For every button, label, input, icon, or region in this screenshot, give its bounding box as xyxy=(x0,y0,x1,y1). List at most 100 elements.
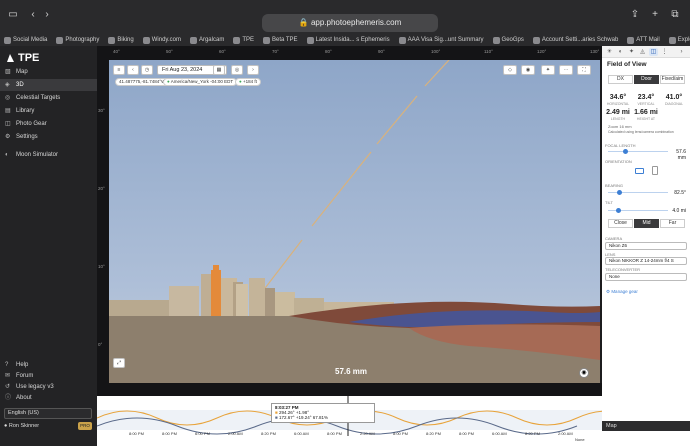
depth-option[interactable]: Close xyxy=(608,219,633,228)
bookmark-item[interactable]: Biking xyxy=(108,36,134,44)
tab-time[interactable]: ☀ xyxy=(605,48,614,56)
timeline[interactable]: 8:03:27 PM ■ 294.26° +1.98° ■ 172.67° +1… xyxy=(97,396,602,446)
info-icon: ⓘ xyxy=(5,395,12,401)
bookmark-item[interactable]: Social Media xyxy=(4,36,47,44)
new-tab-icon[interactable]: + xyxy=(648,8,662,22)
bookmark-item[interactable]: AAA Visa Sig...unt Summary xyxy=(398,36,484,44)
tab-collapse[interactable]: › xyxy=(677,48,686,56)
tilt-knob[interactable] xyxy=(616,208,621,213)
sidebar-item-label: 3D xyxy=(16,82,24,88)
layers-button[interactable]: ◇ xyxy=(503,65,517,75)
bookmark-item[interactable]: Argalcam xyxy=(189,36,224,44)
expand-button[interactable]: ⤢ xyxy=(113,358,125,368)
fov-caption: HORIZONTAL xyxy=(606,102,630,106)
bookmark-item[interactable]: Windy.com xyxy=(142,36,181,44)
manage-gear-link[interactable]: ⚙ Manage gear xyxy=(606,289,638,295)
focal-length-slider[interactable] xyxy=(608,151,668,152)
tabs-icon[interactable]: ⧉ xyxy=(668,8,682,22)
forward-icon[interactable]: › xyxy=(40,8,54,22)
sidebar-item-map[interactable]: ▧ Map xyxy=(0,66,97,78)
3d-view[interactable]: ≡ ‹ ◷ Fri Aug 23, 2024 ▦ ◎ › 41.487775,-… xyxy=(109,60,600,383)
bookmark-label: Account Setti...aries Schwab xyxy=(541,37,619,43)
bookmark-item[interactable]: TPE xyxy=(233,36,254,44)
app-logo[interactable]: TPE xyxy=(6,52,39,64)
timezone-chip[interactable]: ● America/New_York -04:00 EDT xyxy=(163,78,238,86)
tab-extra[interactable]: ⋮ xyxy=(660,48,669,56)
sidebar-toggle-icon[interactable]: ▭ xyxy=(6,8,20,22)
bookmark-item[interactable]: ATT Mail xyxy=(627,36,660,44)
pro-badge[interactable]: PRO xyxy=(78,422,92,430)
tab-stars[interactable]: ✦ xyxy=(627,48,636,56)
focal-length-value[interactable]: 57.6 mm xyxy=(668,149,686,161)
orientation-option[interactable]: Fixed/aim xyxy=(660,75,685,84)
camera-select[interactable]: Nikon Z6 xyxy=(605,242,687,250)
calendar-button[interactable]: ▦ xyxy=(213,65,225,75)
url-text: app.photoephemeris.com xyxy=(310,18,402,27)
bookmark-item[interactable]: Beta TPE xyxy=(262,36,298,44)
elevation-chip[interactable]: ● +184 ft xyxy=(235,78,261,86)
bookmark-item[interactable]: Explore | Monarium xyxy=(668,36,690,44)
sidebar-item-3d[interactable]: ◈ 3D xyxy=(0,79,97,91)
compass-button[interactable]: ✦ xyxy=(541,65,555,75)
language-select[interactable]: English (US) xyxy=(4,408,92,419)
orientation-option[interactable]: Door xyxy=(634,75,659,84)
bearing-value[interactable]: 82.5° xyxy=(668,190,686,196)
sidebar-item-settings[interactable]: ⚙ Settings xyxy=(0,131,97,143)
bookmark-item[interactable]: Latest Insida... s Ephemeris xyxy=(306,36,390,44)
address-bar[interactable]: 🔒 app.photoephemeris.com xyxy=(262,14,438,32)
share-icon[interactable]: ⇪ xyxy=(628,8,642,22)
sidebar-item-library[interactable]: ▤ Library xyxy=(0,105,97,117)
tab-geodetics[interactable]: ◬ xyxy=(638,48,647,56)
lens-select[interactable]: Nikon NIKKOR Z 14-24mm f/4 S xyxy=(605,257,687,265)
map-icon: ▧ xyxy=(5,69,11,75)
teleconverter-select[interactable]: None xyxy=(605,273,687,281)
coords-chip[interactable]: 41.487775,-81.7484°W xyxy=(115,78,170,86)
camera-button[interactable]: ◉ xyxy=(579,368,589,378)
depth-option[interactable]: Mid xyxy=(634,219,659,228)
user-name[interactable]: ● Ron Skinner xyxy=(4,423,39,429)
tab-moon[interactable]: ◐ xyxy=(616,48,625,56)
sidebar-item-label: Use legacy v3 xyxy=(16,384,54,390)
camera-label: CAMERA xyxy=(605,236,623,241)
visibility-button[interactable]: ◉ xyxy=(521,65,535,75)
bookmark-item[interactable]: Photography xyxy=(56,36,99,44)
options-button[interactable]: ⋯ xyxy=(559,65,573,75)
tilt-value[interactable]: 4.0 mi xyxy=(668,208,686,214)
fullscreen-button[interactable]: ⛶ xyxy=(577,65,591,75)
depth-option[interactable]: Far xyxy=(660,219,685,228)
moon-azimuth: 172.67° xyxy=(278,415,295,420)
none-select[interactable]: None xyxy=(575,437,585,442)
star-icon: ✦ xyxy=(628,49,635,55)
portrait-icon[interactable] xyxy=(652,166,658,175)
sidebar-item-about[interactable]: ⓘ About xyxy=(0,392,97,404)
bearing-knob[interactable] xyxy=(617,190,622,195)
sidebar-item-moon-simulator[interactable]: ◐ Moon Simulator xyxy=(0,149,97,161)
prev-day-button[interactable]: ‹ xyxy=(127,65,139,75)
menu-button[interactable]: ≡ xyxy=(113,65,125,75)
sidebar-item-celestial-targets[interactable]: ◎ Celestial Targets xyxy=(0,92,97,104)
bookmark-label: AAA Visa Sig...unt Summary xyxy=(407,37,484,43)
bookmark-item[interactable]: GeoGps xyxy=(492,36,524,44)
sidebar-item-label: About xyxy=(16,395,32,401)
bookmark-label: Windy.com xyxy=(151,37,181,43)
timeline-tick-label: 6:00 AM xyxy=(294,431,309,436)
camera-value: Nikon Z6 xyxy=(609,243,628,248)
fov-value: 2.49 mi xyxy=(606,109,630,116)
sidebar-item-photo-gear[interactable]: ◫ Photo Gear xyxy=(0,118,97,130)
clock-icon: ◷ xyxy=(144,67,150,73)
timeline-tick-label: 6:00 AM xyxy=(492,431,507,436)
next-day-button[interactable]: › xyxy=(247,65,259,75)
sidebar-item-label: Moon Simulator xyxy=(16,152,59,158)
back-icon[interactable]: ‹ xyxy=(26,8,40,22)
language-value: English (US) xyxy=(8,410,39,416)
options-icon: ⋯ xyxy=(563,67,569,73)
ruler-label: 100° xyxy=(431,49,441,54)
clock-button[interactable]: ◷ xyxy=(141,65,153,75)
tab-field-of-view[interactable]: ◫ xyxy=(649,48,658,56)
map-bar[interactable]: Map xyxy=(602,421,690,431)
today-button[interactable]: ◎ xyxy=(231,65,243,75)
focal-length-knob[interactable] xyxy=(623,149,628,154)
bookmark-item[interactable]: Account Setti...aries Schwab xyxy=(532,36,619,44)
orientation-option[interactable]: DX xyxy=(608,75,633,84)
landscape-icon[interactable] xyxy=(635,168,644,174)
